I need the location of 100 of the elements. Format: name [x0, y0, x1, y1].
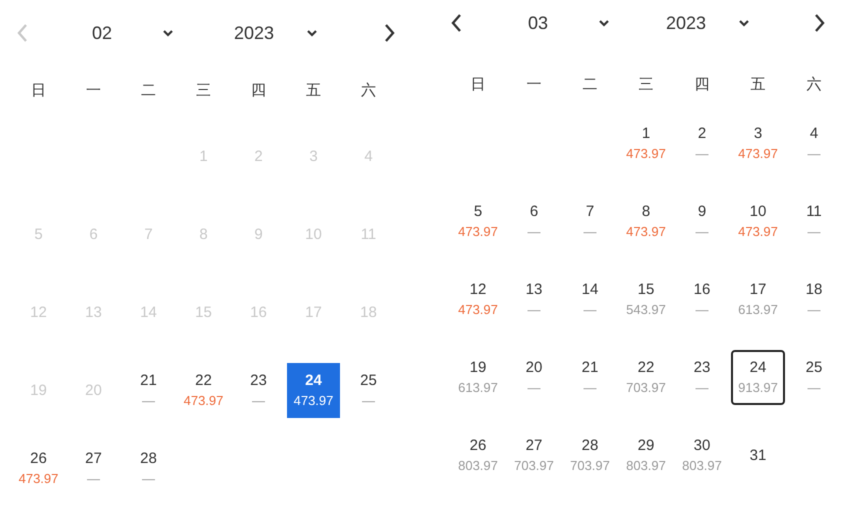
day-number: 27	[85, 450, 102, 467]
day-price: 473.97	[626, 146, 666, 161]
chevron-down-icon[interactable]	[162, 29, 174, 37]
day-number: 21	[582, 359, 598, 376]
month-select[interactable]: 02	[92, 22, 112, 44]
day-cell[interactable]: 12 473.97	[451, 272, 505, 326]
day-price: 613.97	[458, 380, 498, 395]
day-price: —	[808, 146, 820, 161]
day-number: 30	[694, 437, 710, 454]
day-cell[interactable]: 25 —	[342, 362, 395, 418]
day-cell[interactable]: 2 —	[675, 116, 729, 170]
weekday-label: 四	[251, 82, 266, 98]
chevron-down-icon[interactable]	[598, 19, 610, 27]
day-cell[interactable]: 1 473.97	[619, 116, 673, 170]
chevron-down-icon[interactable]	[738, 19, 750, 27]
day-cell[interactable]: 7 —	[563, 194, 617, 248]
day-price: —	[142, 471, 155, 486]
day-price: 473.97	[294, 393, 334, 408]
weekday-label: 日	[31, 82, 46, 98]
day-cell[interactable]: 17 613.97	[731, 272, 785, 326]
day-number: 31	[750, 446, 766, 464]
day-cell[interactable]: 3 473.97	[731, 116, 785, 170]
day-price: 473.97	[184, 393, 224, 408]
next-month-icon[interactable]	[814, 13, 826, 33]
day-price: —	[696, 302, 708, 317]
day-price: 913.97	[738, 380, 778, 395]
day-price: —	[696, 146, 708, 161]
day-cell[interactable]: 27 703.97	[507, 428, 561, 482]
day-number: 15	[638, 281, 654, 298]
day-cell[interactable]: 14 —	[563, 272, 617, 326]
day-price: 473.97	[18, 471, 58, 486]
weekday-label: 三	[638, 76, 654, 92]
day-price: —	[808, 224, 820, 239]
day-cell[interactable]: 18 —	[787, 272, 841, 326]
day-number: 16	[694, 281, 710, 298]
weekday-label: 二	[582, 76, 598, 92]
next-month-icon[interactable]	[384, 23, 396, 43]
previous-month-icon[interactable]	[450, 13, 462, 33]
day-number: 6	[530, 203, 538, 220]
chevron-down-icon[interactable]	[306, 29, 318, 37]
day-cell[interactable]: 24 473.97	[287, 362, 340, 418]
day-price: 703.97	[514, 458, 554, 473]
day-cell[interactable]: 26 803.97	[451, 428, 505, 482]
day-cell[interactable]: 5 473.97	[451, 194, 505, 248]
day-cell[interactable]: 28 703.97	[563, 428, 617, 482]
day-number: 4	[810, 125, 818, 142]
day-cell[interactable]: 19 613.97	[451, 350, 505, 404]
day-price: 703.97	[570, 458, 610, 473]
weekday-label: 四	[694, 76, 710, 92]
day-cell[interactable]: 21 —	[122, 362, 175, 418]
day-number: 18	[806, 281, 822, 298]
day-price: —	[362, 393, 375, 408]
year-select[interactable]: 2023	[666, 12, 706, 34]
day-cell[interactable]: 26 473.97	[12, 440, 65, 496]
day-cell[interactable]: 8 473.97	[619, 194, 673, 248]
day-price: —	[528, 302, 540, 317]
day-number: 24	[750, 359, 766, 376]
day-cell[interactable]: 4 —	[787, 116, 841, 170]
day-number: 10	[750, 203, 766, 220]
day-price: 473.97	[738, 146, 778, 161]
day-cell[interactable]: 11 —	[787, 194, 841, 248]
day-number: 13	[526, 281, 542, 298]
day-price: —	[808, 380, 820, 395]
weekday-label: 二	[141, 82, 156, 98]
day-cell[interactable]: 30 803.97	[675, 428, 729, 482]
day-number: 5	[474, 203, 482, 220]
day-number: 12	[470, 281, 486, 298]
day-price: —	[528, 224, 540, 239]
day-cell[interactable]: 10 473.97	[731, 194, 785, 248]
day-number: 28	[582, 437, 598, 454]
day-number: 25	[806, 359, 822, 376]
day-cell[interactable]: 23 —	[232, 362, 285, 418]
day-cell[interactable]: 25 —	[787, 350, 841, 404]
month-select[interactable]: 03	[528, 12, 548, 34]
day-cell[interactable]: 21 —	[563, 350, 617, 404]
day-number: 29	[638, 437, 654, 454]
day-cell[interactable]: 31	[731, 428, 785, 482]
day-price: 473.97	[458, 224, 498, 239]
day-cell[interactable]: 23 —	[675, 350, 729, 404]
day-cell[interactable]: 15 543.97	[619, 272, 673, 326]
day-number: 11	[806, 203, 822, 220]
day-cell[interactable]: 20 —	[507, 350, 561, 404]
day-price: 803.97	[458, 458, 498, 473]
day-cell[interactable]: 9 —	[675, 194, 729, 248]
day-cell[interactable]: 22 473.97	[177, 362, 230, 418]
day-number: 20	[526, 359, 542, 376]
day-cell[interactable]: 29 803.97	[619, 428, 673, 482]
day-price: —	[584, 302, 596, 317]
day-cell[interactable]: 24 913.97	[731, 350, 785, 404]
day-cell[interactable]: 13 —	[507, 272, 561, 326]
day-cell[interactable]: 16 —	[675, 272, 729, 326]
day-cell[interactable]: 22 703.97	[619, 350, 673, 404]
day-price: 613.97	[738, 302, 778, 317]
day-cell[interactable]: 27 —	[67, 440, 120, 496]
day-cell[interactable]: 6 —	[507, 194, 561, 248]
day-price: 803.97	[682, 458, 722, 473]
day-number: 8	[642, 203, 650, 220]
day-cell[interactable]: 28 —	[122, 440, 175, 496]
year-select[interactable]: 2023	[234, 22, 274, 44]
day-number: 3	[754, 125, 762, 142]
